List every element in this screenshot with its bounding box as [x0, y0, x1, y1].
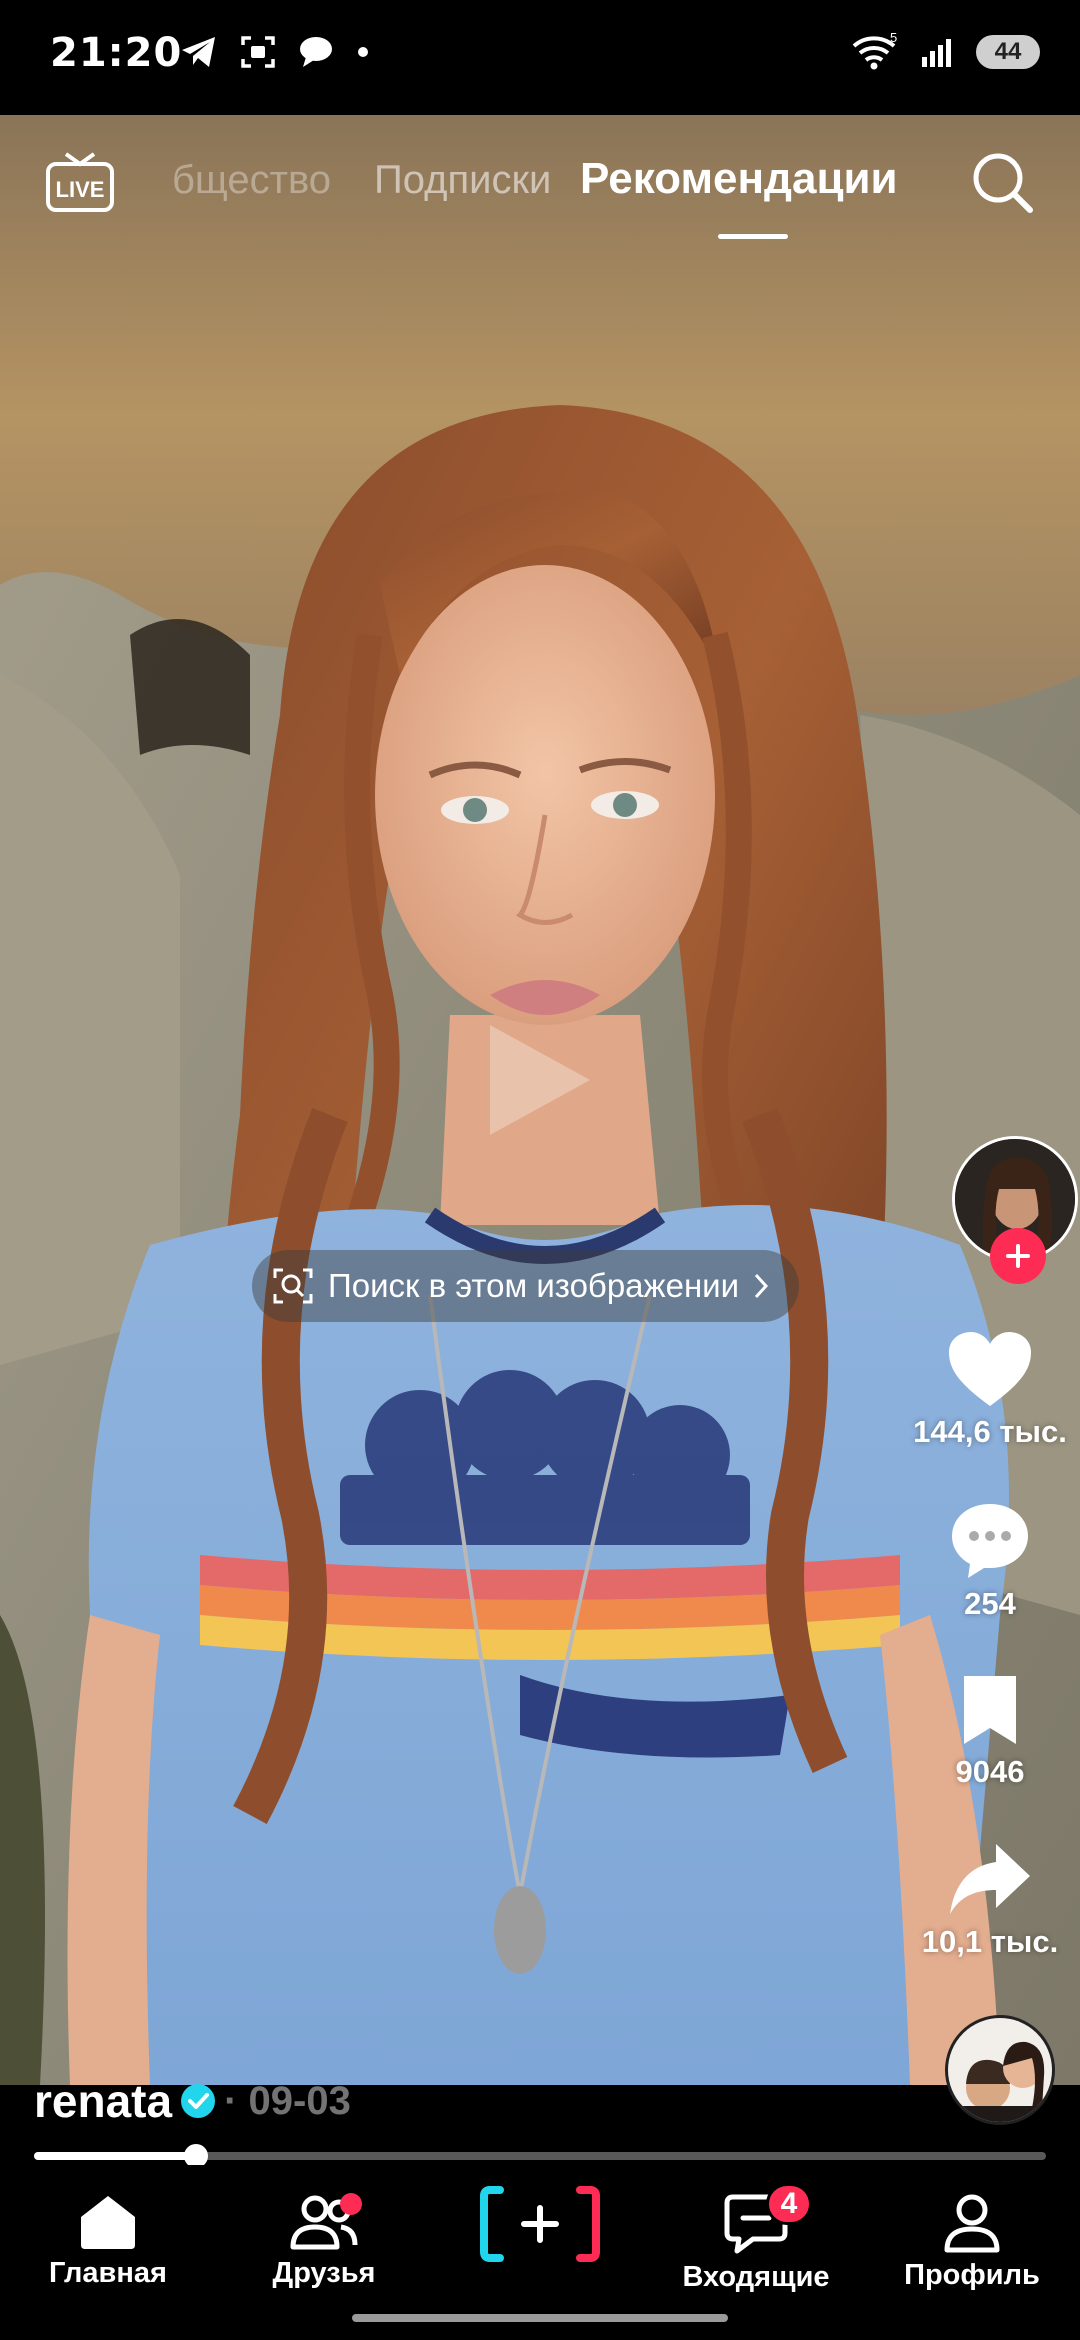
share-icon: [950, 1844, 1030, 1914]
dot-icon: [358, 47, 368, 57]
friends-notification-dot: [340, 2193, 362, 2215]
nav-profile-label: Профиль: [904, 2259, 1040, 2291]
post-date: · 09-03: [224, 2078, 351, 2123]
save-button[interactable]: 9046: [900, 1672, 1080, 1790]
nav-friends-label: Друзья: [272, 2257, 376, 2289]
nav-friends[interactable]: Друзья: [224, 2193, 424, 2290]
nav-home[interactable]: Главная: [8, 2193, 208, 2290]
battery-indicator: 44: [976, 35, 1040, 69]
tab-active-indicator: [718, 234, 788, 239]
nav-inbox[interactable]: 4 Входящие: [656, 2183, 856, 2294]
status-time: 21:20: [50, 30, 183, 76]
chat-bubble-icon: [300, 37, 332, 67]
live-tv-icon[interactable]: LIVE: [44, 150, 116, 214]
bookmark-icon: [964, 1676, 1016, 1744]
comment-count: 254: [964, 1586, 1016, 1621]
tab-society[interactable]: бщество: [172, 158, 331, 203]
share-button[interactable]: 10,1 тыс.: [900, 1840, 1080, 1960]
tab-following[interactable]: Подписки: [374, 158, 551, 203]
nav-profile[interactable]: Профиль: [872, 2193, 1072, 2292]
nav-inbox-label: Входящие: [682, 2261, 830, 2293]
image-search-button[interactable]: Поиск в этом изображении: [252, 1250, 800, 1322]
video-progress-bar[interactable]: [34, 2144, 1046, 2168]
play-icon[interactable]: [480, 1015, 600, 1145]
like-count: 144,6 тыс.: [913, 1414, 1067, 1449]
create-button[interactable]: [478, 2184, 602, 2264]
verified-badge-icon: [181, 2084, 216, 2118]
comment-button[interactable]: 254: [900, 1500, 1080, 1622]
status-notification-icons: [180, 34, 370, 70]
profile-icon: [944, 2194, 1000, 2253]
comment-icon: [952, 1504, 1028, 1578]
top-navigation: LIVE бщество Подписки Рекомендации: [0, 140, 1080, 250]
search-icon[interactable]: [968, 148, 1038, 218]
image-search-icon: [273, 1268, 313, 1304]
video-progress-fill: [34, 2152, 196, 2160]
music-disc-image: [948, 2018, 1052, 2122]
status-bar: 21:20 5 44: [0, 0, 1080, 115]
signal-icon: [922, 39, 951, 67]
telegram-icon: [182, 37, 215, 67]
share-count: 10,1 тыс.: [921, 1924, 1059, 1959]
follow-button[interactable]: [990, 1228, 1046, 1284]
wifi-icon: 5: [852, 32, 897, 70]
home-indicator[interactable]: [352, 2314, 728, 2322]
plus-icon: [1006, 1244, 1030, 1268]
caption: renata · 09-03: [34, 2074, 351, 2128]
creator-username[interactable]: renata: [34, 2074, 172, 2128]
chevron-right-icon: [754, 1273, 769, 1299]
like-button[interactable]: 144,6 тыс.: [900, 1330, 1080, 1450]
network-badge: 5: [890, 32, 897, 45]
status-system-icons: 5 44: [850, 32, 1040, 72]
music-disc[interactable]: [945, 2015, 1055, 2125]
live-label: LIVE: [56, 177, 105, 202]
home-icon: [81, 2196, 135, 2249]
tab-for-you[interactable]: Рекомендации: [580, 154, 898, 204]
image-search-label: Поиск в этом изображении: [328, 1267, 740, 1304]
heart-icon: [949, 1332, 1031, 1406]
nav-home-label: Главная: [49, 2257, 167, 2289]
inbox-badge: 4: [766, 2183, 812, 2225]
screenshot-icon: [241, 36, 275, 68]
save-count: 9046: [955, 1754, 1025, 1789]
